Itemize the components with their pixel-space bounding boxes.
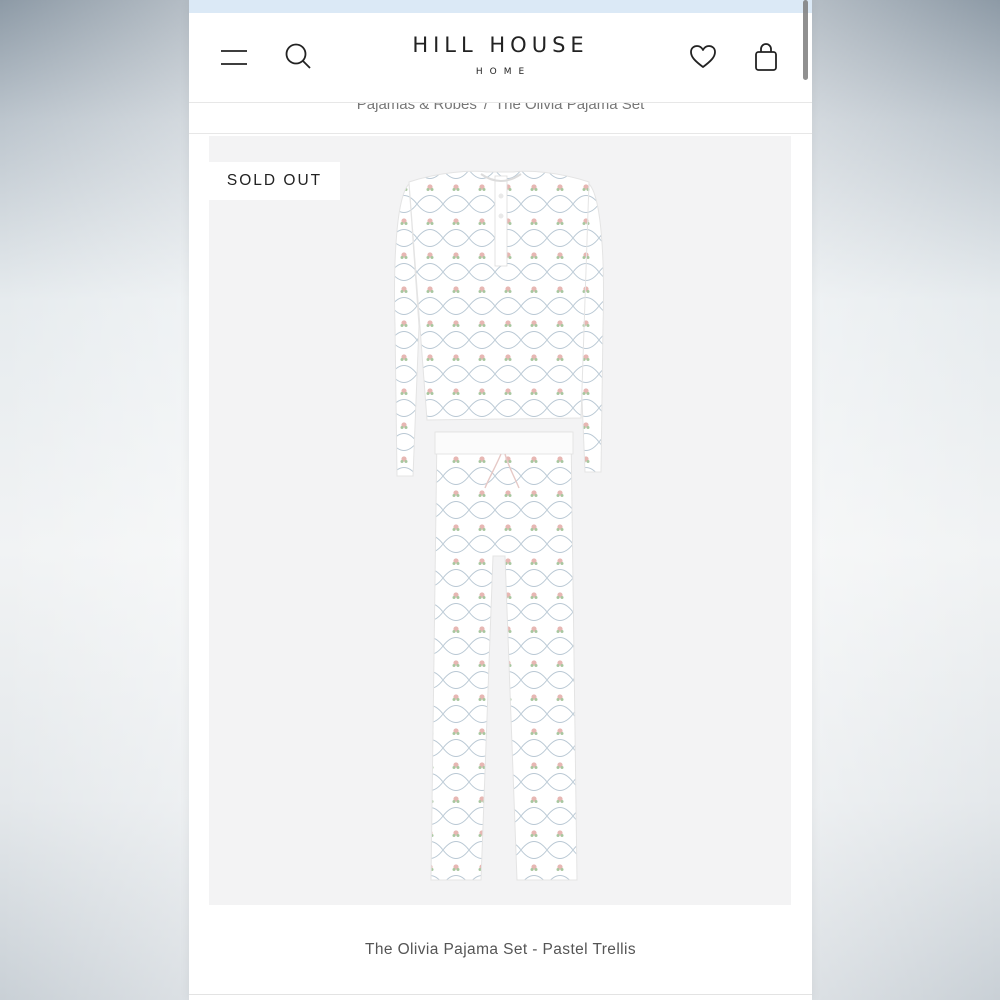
- background-right: [810, 0, 1000, 1000]
- search-icon: [285, 43, 311, 69]
- brand-logo[interactable]: HILL HOUSE HOME: [319, 33, 682, 77]
- status-strip: [189, 0, 812, 13]
- cart-button[interactable]: [753, 42, 779, 72]
- background-left: [0, 0, 190, 1000]
- product-title: The Olivia Pajama Set - Pastel Trellis: [364, 941, 637, 958]
- wishlist-button[interactable]: [689, 43, 717, 71]
- breadcrumb: Pajamas & Robes / The Olivia Pajama Set: [189, 103, 812, 134]
- divider: [189, 994, 812, 995]
- search-button[interactable]: [283, 41, 313, 71]
- scrollbar[interactable]: [803, 0, 808, 80]
- menu-button[interactable]: [219, 43, 249, 69]
- menu-icon: [221, 50, 247, 65]
- sold-out-badge: SOLD OUT: [209, 162, 340, 200]
- breadcrumb-link-pajamas-robes[interactable]: Pajamas & Robes: [357, 103, 477, 113]
- breadcrumb-current: The Olivia Pajama Set: [495, 103, 645, 113]
- breadcrumb-separator: /: [483, 103, 488, 113]
- phone-screen: HILL HOUSE HOME Pajamas & Robes / The Oliv…: [189, 0, 812, 1000]
- product-image[interactable]: SOLD OUT: [209, 136, 791, 905]
- heart-icon: [690, 45, 716, 68]
- brand-name: HILL HOUSE: [412, 33, 589, 57]
- brand-sub: HOME: [475, 67, 532, 77]
- pajama-set-illustration: [394, 170, 604, 881]
- site-header: HILL HOUSE HOME: [189, 13, 812, 103]
- bag-icon: [755, 43, 777, 71]
